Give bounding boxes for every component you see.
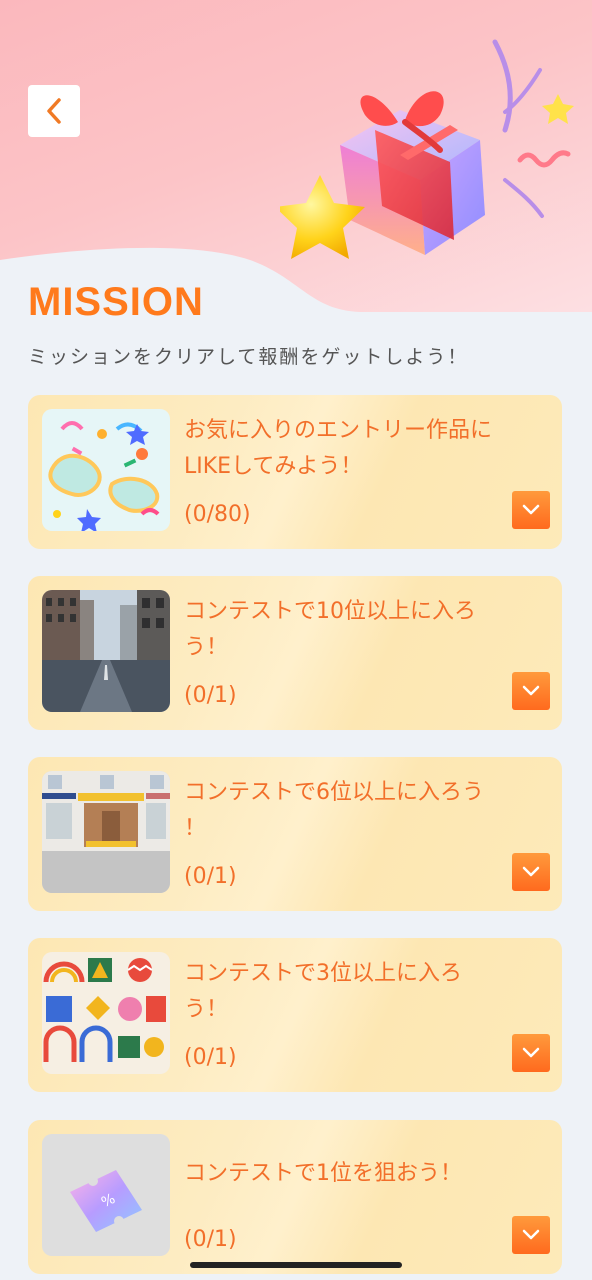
mission-thumbnail: % <box>42 1134 170 1256</box>
mission-text-line: コンテストで3位以上に入ろ <box>184 961 462 986</box>
mission-card[interactable]: コンテストで3位以上に入ろ う！ (0/1) <box>28 938 562 1092</box>
mission-text-line: お気に入りのエントリー作品に <box>184 418 493 443</box>
mission-progress: (0/1) <box>184 683 237 708</box>
mission-text-line: LIKEしてみよう！ <box>184 454 363 479</box>
mission-description: お気に入りのエントリー作品に LIKEしてみよう！ <box>184 413 554 485</box>
mission-thumbnail <box>42 409 170 531</box>
expand-button[interactable] <box>512 672 550 710</box>
mission-thumbnail <box>42 952 170 1074</box>
mission-progress: (0/1) <box>184 1227 237 1252</box>
gift-box-illustration <box>280 39 574 259</box>
mission-description: コンテストで3位以上に入ろ う！ <box>184 956 554 1028</box>
chevron-down-icon <box>522 504 540 515</box>
home-indicator[interactable] <box>190 1262 402 1268</box>
expand-button[interactable] <box>512 853 550 891</box>
chevron-down-icon <box>522 685 540 696</box>
back-button[interactable] <box>28 85 80 137</box>
mission-text-line: コンテストで10位以上に入ろ <box>184 599 476 624</box>
mission-text-line: ！ <box>184 816 207 841</box>
mission-description: コンテストで1位を狙おう！ <box>184 1156 554 1192</box>
expand-button[interactable] <box>512 1216 550 1254</box>
mission-text-line: う！ <box>184 635 229 660</box>
expand-button[interactable] <box>512 491 550 529</box>
chevron-left-icon <box>47 98 61 124</box>
mission-description: コンテストで6位以上に入ろう ！ <box>184 775 554 847</box>
mission-card[interactable]: コンテストで10位以上に入ろ う！ (0/1) <box>28 576 562 730</box>
chevron-down-icon <box>522 1047 540 1058</box>
chevron-down-icon <box>522 1229 540 1240</box>
mission-progress: (0/1) <box>184 864 237 889</box>
mission-text-line: コンテストで1位を狙おう！ <box>184 1161 462 1186</box>
mission-description: コンテストで10位以上に入ろ う！ <box>184 594 554 666</box>
page-title: MISSION <box>28 280 204 324</box>
mission-card[interactable]: % コンテストで1位を狙おう！ (0/1) <box>28 1120 562 1274</box>
mission-text-line: コンテストで6位以上に入ろう <box>184 780 484 805</box>
mission-progress: (0/80) <box>184 502 251 527</box>
mission-thumbnail <box>42 590 170 712</box>
page-subtitle: ミッションをクリアして報酬をゲットしよう！ <box>28 346 469 368</box>
mission-card[interactable]: コンテストで6位以上に入ろう ！ (0/1) <box>28 757 562 911</box>
mission-text-line: う！ <box>184 997 229 1022</box>
expand-button[interactable] <box>512 1034 550 1072</box>
mission-thumbnail <box>42 771 170 893</box>
chevron-down-icon <box>522 866 540 877</box>
mission-card[interactable]: お気に入りのエントリー作品に LIKEしてみよう！ (0/80) <box>28 395 562 549</box>
mission-progress: (0/1) <box>184 1045 237 1070</box>
